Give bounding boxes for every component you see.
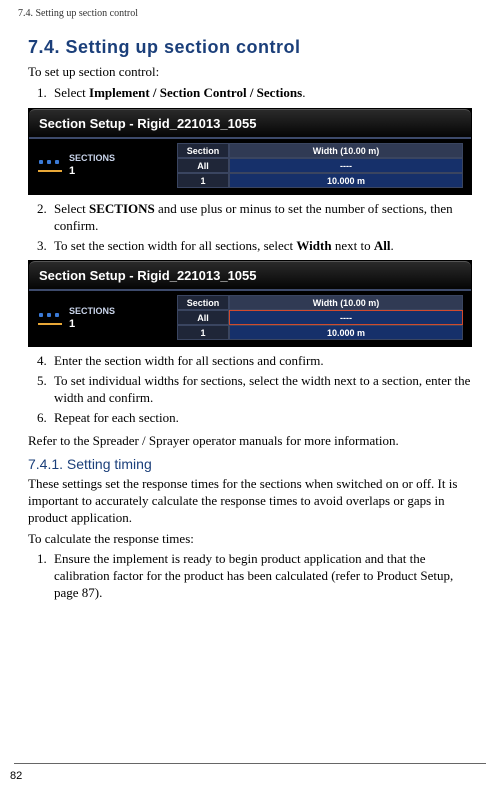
steps-list-b: Select SECTIONS and use plus or minus to… xyxy=(28,201,472,255)
col-section-header: Section xyxy=(177,295,229,310)
steps-list-c: Enter the section width for all sections… xyxy=(28,353,472,427)
step-bold: Implement / Section Control / Sections xyxy=(89,85,302,100)
timing-step-1: Ensure the implement is ready to begin p… xyxy=(50,551,472,602)
timing-para-2: To calculate the response times: xyxy=(28,531,472,548)
sections-count: 1 xyxy=(69,165,115,177)
sections-count: 1 xyxy=(69,318,115,330)
row-all-width-highlighted[interactable]: ---- xyxy=(229,310,463,325)
step-1: Select Implement / Section Control / Sec… xyxy=(50,85,472,102)
breadcrumb: 7.4. Setting up section control xyxy=(18,8,482,19)
step-3: To set the section width for all section… xyxy=(50,238,472,255)
sections-control[interactable]: SECTIONS 1 xyxy=(37,153,167,177)
sections-icon xyxy=(37,156,63,174)
row-all-label: All xyxy=(177,158,229,173)
footer-rule xyxy=(14,763,486,764)
row-1-label: 1 xyxy=(177,173,229,188)
screenshot-section-setup-1: Section Setup - Rigid_221013_1055 SECTIO… xyxy=(28,108,472,195)
window-title: Section Setup - Rigid_221013_1055 xyxy=(29,261,471,291)
step-5: To set individual widths for sections, s… xyxy=(50,373,472,407)
section-heading: 7.4. Setting up section control xyxy=(28,37,472,58)
step-text: . xyxy=(302,85,305,100)
step-2: Select SECTIONS and use plus or minus to… xyxy=(50,201,472,235)
step-4: Enter the section width for all sections… xyxy=(50,353,472,370)
step-bold: SECTIONS xyxy=(89,201,155,216)
steps-list-d: Ensure the implement is ready to begin p… xyxy=(28,551,472,602)
subsection-heading: 7.4.1. Setting timing xyxy=(28,456,472,472)
intro-text: To set up section control: xyxy=(28,64,472,81)
step-text: Select xyxy=(54,201,89,216)
step-text: Select xyxy=(54,85,89,100)
steps-list-a: Select Implement / Section Control / Sec… xyxy=(28,85,472,102)
sections-label: SECTIONS xyxy=(69,153,115,163)
screenshot-section-setup-2: Section Setup - Rigid_221013_1055 SECTIO… xyxy=(28,260,472,347)
page-number: 82 xyxy=(10,770,22,782)
sections-icon xyxy=(37,309,63,327)
sections-table: Section Width (10.00 m) All ---- 1 10.00… xyxy=(177,143,463,188)
col-width-header[interactable]: Width (10.00 m) xyxy=(229,143,463,158)
window-title: Section Setup - Rigid_221013_1055 xyxy=(29,109,471,139)
col-section-header: Section xyxy=(177,143,229,158)
row-all-width[interactable]: ---- xyxy=(229,158,463,173)
col-width-header[interactable]: Width (10.00 m) xyxy=(229,295,463,310)
row-1-label: 1 xyxy=(177,325,229,340)
row-1-width[interactable]: 10.000 m xyxy=(229,173,463,188)
step-text: To set the section width for all section… xyxy=(54,238,296,253)
step-bold: All xyxy=(374,238,391,253)
sections-label: SECTIONS xyxy=(69,306,115,316)
refer-text: Refer to the Spreader / Sprayer operator… xyxy=(28,433,472,450)
row-1-width[interactable]: 10.000 m xyxy=(229,325,463,340)
step-text: next to xyxy=(332,238,374,253)
sections-control[interactable]: SECTIONS 1 xyxy=(37,306,167,330)
step-bold: Width xyxy=(296,238,331,253)
timing-para-1: These settings set the response times fo… xyxy=(28,476,472,527)
step-6: Repeat for each section. xyxy=(50,410,472,427)
row-all-label: All xyxy=(177,310,229,325)
sections-table: Section Width (10.00 m) All ---- 1 10.00… xyxy=(177,295,463,340)
step-text: . xyxy=(390,238,393,253)
